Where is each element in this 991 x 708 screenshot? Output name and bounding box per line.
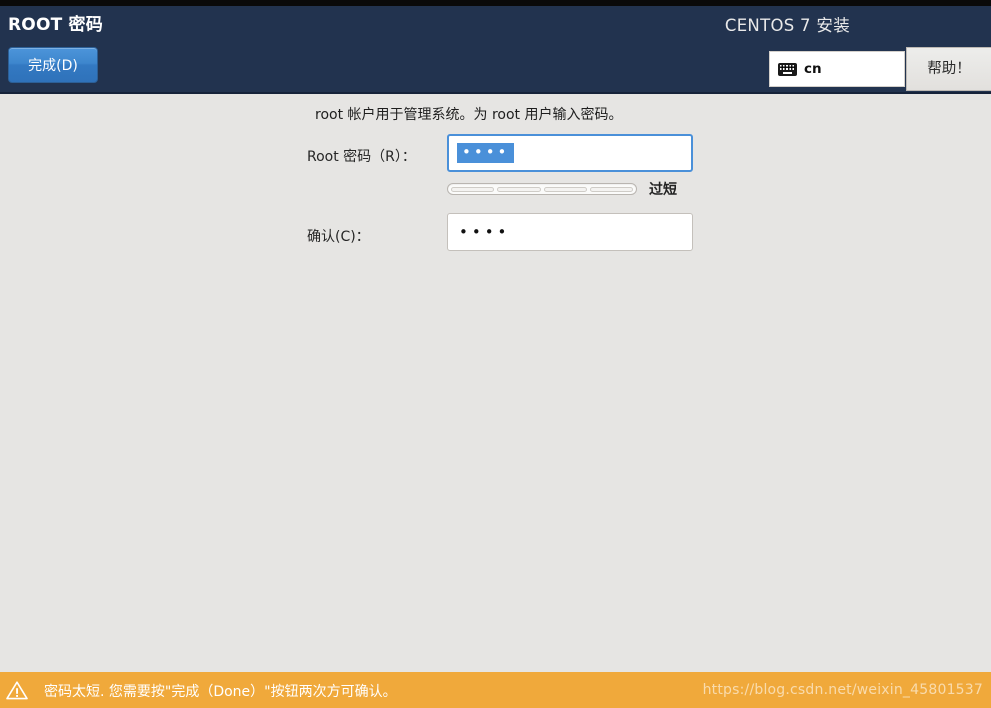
password-strength-row: 过短 bbox=[447, 180, 693, 198]
confirm-password-label: 确认(C)： bbox=[307, 229, 370, 245]
confirm-password-input[interactable]: •••• bbox=[447, 213, 693, 251]
centos-installer-window: ROOT 密码 完成(D) CENTOS 7 安装 cn 帮助！ root 帐户… bbox=[0, 0, 991, 708]
strength-segment bbox=[497, 186, 541, 192]
watermark-url: https://blog.csdn.net/weixin_45801537 bbox=[702, 682, 983, 698]
root-password-input[interactable]: •••• bbox=[447, 134, 693, 172]
confirm-password-value: •••• bbox=[459, 222, 511, 241]
password-strength-label: 过短 bbox=[649, 182, 677, 198]
keyboard-layout-indicator[interactable]: cn bbox=[769, 51, 905, 87]
strength-segment bbox=[451, 186, 495, 192]
strength-segment bbox=[589, 186, 633, 192]
warning-bar: 密码太短. 您需要按"完成（Done）"按钮两次方可确认。 https://bl… bbox=[0, 672, 991, 708]
main-content: root 帐户用于管理系统。为 root 用户输入密码。 Root 密码（R）：… bbox=[0, 94, 991, 672]
strength-segment bbox=[543, 186, 587, 192]
product-title: CENTOS 7 安装 bbox=[724, 16, 850, 35]
done-button[interactable]: 完成(D) bbox=[8, 47, 98, 83]
warning-triangle-icon bbox=[6, 681, 28, 700]
password-strength-meter bbox=[447, 183, 637, 195]
intro-description: root 帐户用于管理系统。为 root 用户输入密码。 bbox=[315, 107, 623, 123]
keyboard-icon bbox=[778, 62, 797, 76]
root-password-label: Root 密码（R）： bbox=[307, 149, 416, 165]
keyboard-layout-label: cn bbox=[804, 61, 822, 77]
installer-header: ROOT 密码 完成(D) CENTOS 7 安装 cn 帮助！ bbox=[0, 6, 991, 94]
page-title: ROOT 密码 bbox=[8, 15, 103, 35]
warning-message: 密码太短. 您需要按"完成（Done）"按钮两次方可确认。 bbox=[44, 684, 397, 700]
help-button[interactable]: 帮助！ bbox=[906, 47, 991, 91]
root-password-value: •••• bbox=[457, 143, 515, 163]
